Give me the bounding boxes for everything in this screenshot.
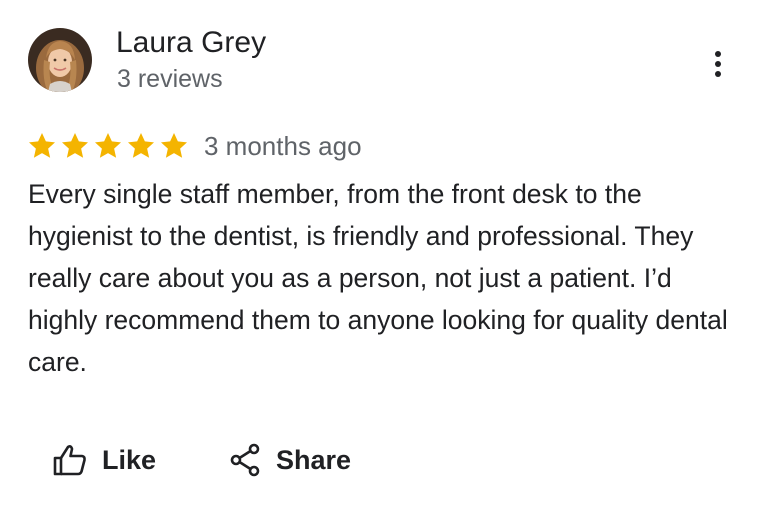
like-label: Like — [102, 445, 157, 475]
star-icon — [161, 133, 187, 158]
avatar-photo — [28, 28, 92, 92]
review-count[interactable]: 3 reviews — [117, 63, 223, 95]
more-vert-icon — [715, 51, 721, 77]
thumb-up-icon — [53, 445, 86, 476]
star-icon — [128, 133, 154, 158]
like-button[interactable]: Like — [52, 436, 156, 484]
share-label: Share — [276, 445, 352, 475]
avatar[interactable] — [28, 28, 92, 92]
star-icon — [62, 133, 88, 158]
more-options-button[interactable] — [700, 44, 736, 84]
review-actions: Like Share — [52, 436, 351, 484]
review-date: 3 months ago — [204, 131, 362, 161]
star-icon — [29, 133, 55, 158]
share-button[interactable]: Share — [230, 436, 351, 484]
reviewer-name[interactable]: Laura Grey — [116, 24, 266, 62]
star-rating — [27, 131, 189, 161]
rating-row: 3 months ago — [27, 128, 362, 164]
review-text: Every single staff member, from the fron… — [28, 179, 728, 377]
star-icon — [95, 133, 121, 158]
share-icon — [230, 443, 260, 477]
review-card: Laura Grey 3 reviews 3 months ago Every … — [0, 0, 774, 526]
